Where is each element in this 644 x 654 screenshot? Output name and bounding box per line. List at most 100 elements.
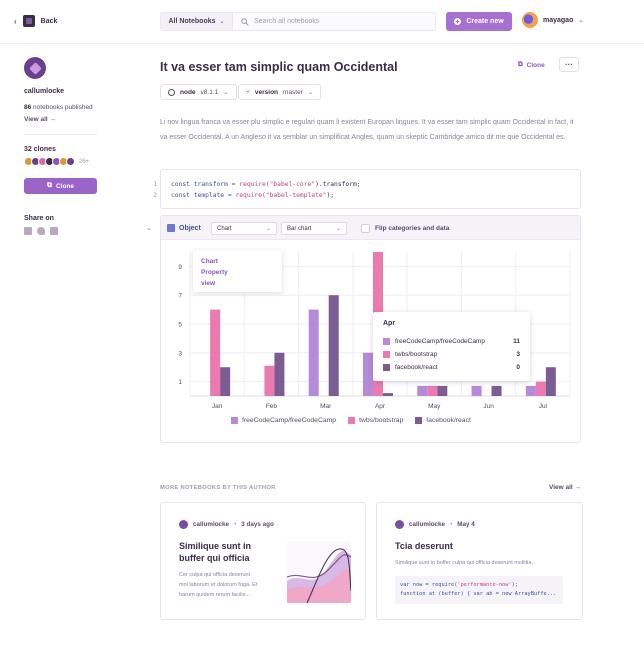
avatar[interactable] bbox=[66, 157, 75, 166]
chart-tooltip: Apr freeCodeCamp/freeCodeCamp 11 twbs/bo… bbox=[373, 312, 530, 381]
bar bbox=[220, 367, 231, 396]
tooltip-item[interactable]: view bbox=[201, 280, 215, 287]
clone-notebook-button[interactable]: ⧉ Clone bbox=[518, 61, 545, 69]
checkbox[interactable] bbox=[361, 224, 370, 233]
object-icon bbox=[167, 224, 175, 232]
branch-select[interactable]: ⑂ version master ⌄ bbox=[238, 84, 322, 100]
clone-icon: ⧉ bbox=[46, 182, 52, 189]
twitter-icon[interactable] bbox=[37, 227, 45, 235]
sidebar-view-all-link[interactable]: View all → bbox=[24, 116, 56, 123]
card-date: May 4 bbox=[457, 521, 475, 528]
card-description: Cer culpa qui officia deserunt bbox=[179, 572, 251, 578]
node-key: node bbox=[180, 88, 196, 96]
x-tick-label: Apr bbox=[375, 403, 386, 410]
object-tag: Object bbox=[167, 224, 201, 232]
legend-item[interactable]: freeCodeCamp/freeCodeCamp bbox=[231, 417, 336, 424]
code-part: const transform = bbox=[171, 181, 240, 188]
divider bbox=[24, 134, 97, 135]
notebooks-published: 86 notebooks published bbox=[24, 104, 93, 111]
card-description: harum quidem rerum facilis... bbox=[179, 592, 250, 598]
avatar bbox=[395, 520, 404, 529]
chart-legend: freeCodeCamp/freeCodeCamp twbs/bootstrap… bbox=[231, 417, 471, 424]
bar bbox=[274, 352, 285, 396]
x-tick-label: Jul bbox=[539, 403, 548, 410]
notebook-card[interactable]: callumlocke • 3 days ago Similique sunt … bbox=[160, 502, 366, 620]
create-new-button[interactable]: Create new bbox=[446, 12, 512, 31]
series-swatch bbox=[383, 364, 390, 371]
card-meta: callumlocke • May 4 bbox=[395, 520, 475, 529]
legend-item[interactable]: twbs/bootstrap bbox=[348, 417, 403, 424]
card-description: mol laborum et dolorum fuga. Et bbox=[179, 582, 258, 588]
series-swatch bbox=[383, 338, 390, 345]
search-input[interactable]: Search all notebooks bbox=[233, 17, 435, 26]
share-heading: Share on bbox=[24, 215, 54, 222]
legend-swatch bbox=[415, 417, 423, 424]
notebooks-select[interactable]: All Notebooks ⌄ bbox=[161, 13, 233, 30]
search-placeholder: Search all notebooks bbox=[254, 18, 320, 25]
clone-avatars: 26+ bbox=[24, 157, 89, 166]
clones-more[interactable]: 26+ bbox=[79, 159, 89, 165]
code-part: ); bbox=[511, 582, 519, 588]
notebook-card[interactable]: callumlocke • May 4 Tcia deserunt Simili… bbox=[376, 502, 583, 620]
tooltip-item[interactable]: Property bbox=[201, 269, 228, 276]
x-tick-label: Jun bbox=[483, 403, 494, 410]
code-lines: 1 const transform = require("babel-core"… bbox=[143, 172, 581, 208]
bar bbox=[471, 385, 482, 396]
notebooks-count: 86 bbox=[24, 104, 32, 111]
tooltip-series-name: facebook/react bbox=[395, 364, 438, 371]
chart-type-value: Bar chart bbox=[287, 225, 312, 232]
tooltip-item[interactable]: Chart bbox=[201, 258, 218, 265]
more-options-button[interactable]: ··· bbox=[559, 57, 579, 72]
card-code-snippet: var now = require('performance-now'); fu… bbox=[395, 576, 563, 604]
bar bbox=[264, 365, 275, 396]
chart-type-select[interactable]: Bar chart ⌄ bbox=[281, 222, 347, 235]
code-part: function at (buffer) { var ab = new Arra… bbox=[400, 591, 557, 597]
code-string: "babel-template" bbox=[265, 192, 327, 199]
line-number: 1 bbox=[153, 181, 157, 188]
clone-button[interactable]: ⧉ Clone bbox=[24, 178, 97, 194]
chevron-down-icon: ⌄ bbox=[265, 226, 271, 232]
flip-label: Flip categories and data bbox=[375, 225, 450, 232]
collapse-chevron-icon[interactable]: ⌄ bbox=[146, 224, 152, 232]
code-string: "babel-core" bbox=[269, 181, 316, 188]
legend-label: freeCodeCamp/freeCodeCamp bbox=[242, 417, 337, 424]
notebooks-select-label: All Notebooks bbox=[168, 18, 216, 25]
tooltip-series-name: freeCodeCamp/freeCodeCamp bbox=[395, 338, 485, 345]
chevron-down-icon: ⌄ bbox=[219, 19, 225, 25]
clone-icon: ⧉ bbox=[518, 61, 523, 68]
facebook-icon[interactable] bbox=[50, 227, 58, 235]
legend-swatch bbox=[348, 417, 356, 424]
linkedin-icon[interactable] bbox=[24, 227, 32, 235]
chart-select[interactable]: Chart ⌄ bbox=[211, 222, 277, 235]
legend-item[interactable]: facebook/react bbox=[415, 417, 471, 424]
x-tick-label: Jan bbox=[212, 403, 223, 410]
avatar bbox=[179, 520, 188, 529]
arrow-right-icon: → bbox=[49, 116, 57, 123]
notebooks-label: notebooks published bbox=[33, 104, 93, 111]
user-menu[interactable]: mayagao ⌄ bbox=[522, 12, 583, 28]
card-author[interactable]: callumlocke bbox=[409, 521, 445, 528]
legend-label: twbs/bootstrap bbox=[359, 417, 404, 424]
node-version-select[interactable]: node v8.1.1 ⌄ bbox=[160, 84, 237, 100]
view-all-label: View all bbox=[549, 484, 573, 491]
thumbnail-chart bbox=[287, 548, 351, 603]
object-label: Object bbox=[179, 224, 201, 232]
back-button[interactable]: ‹ Back bbox=[14, 15, 57, 27]
chevron-down-icon: ⌄ bbox=[307, 89, 314, 96]
code-text: const template = require("babel-template… bbox=[171, 192, 334, 199]
bar bbox=[525, 385, 536, 396]
card-date: 3 days ago bbox=[241, 521, 274, 528]
author-avatar[interactable] bbox=[24, 57, 46, 79]
tooltip-series-value: 0 bbox=[516, 364, 520, 371]
chevron-down-icon: ⌄ bbox=[223, 89, 229, 96]
more-view-all-link[interactable]: View all → bbox=[549, 484, 581, 491]
bar bbox=[383, 393, 393, 396]
code-part: ).transform; bbox=[315, 181, 361, 188]
author-name[interactable]: callumlocke bbox=[24, 88, 64, 95]
version-value: master bbox=[283, 88, 303, 96]
plus-circle-icon bbox=[454, 18, 462, 25]
flip-toggle[interactable]: Flip categories and data bbox=[361, 224, 449, 233]
version-key: version bbox=[254, 88, 279, 96]
card-author[interactable]: callumlocke bbox=[193, 521, 229, 528]
code-part: const template = bbox=[171, 192, 236, 199]
